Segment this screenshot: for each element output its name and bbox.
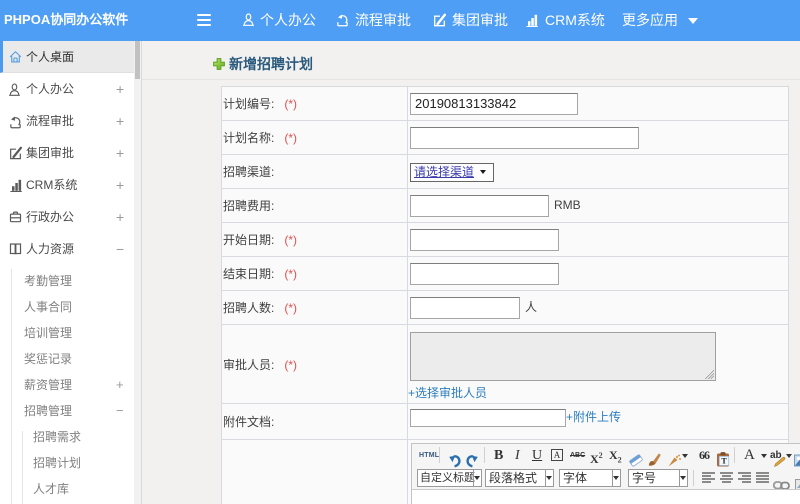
svg-text:T: T [721,457,727,466]
